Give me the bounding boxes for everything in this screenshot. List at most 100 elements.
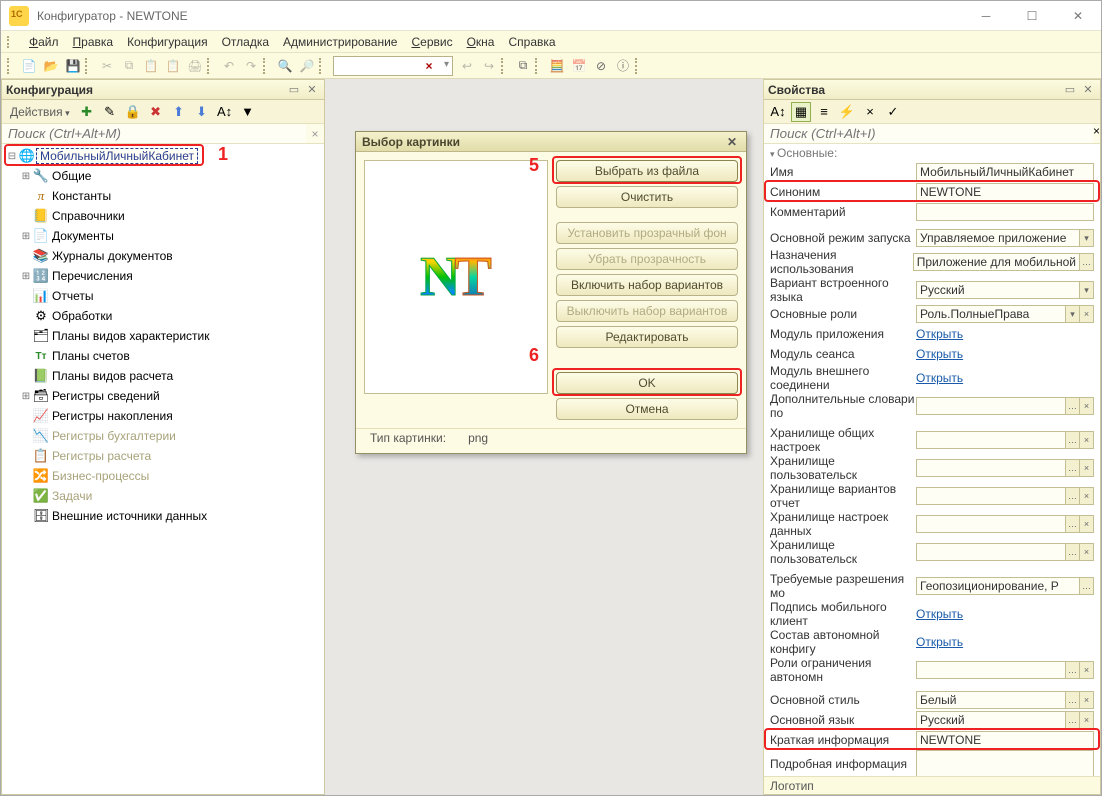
dialog-close-icon[interactable]: ✕: [724, 134, 740, 150]
syntax-icon[interactable]: ⊘: [591, 56, 611, 76]
open-ext-conn-link[interactable]: Открыть: [916, 371, 963, 385]
nav-back-icon[interactable]: ↩: [457, 56, 477, 76]
props-close-icon[interactable]: ✕: [1080, 82, 1096, 98]
menu-admin[interactable]: Администрирование: [277, 35, 403, 49]
menu-edit[interactable]: Правка: [67, 35, 120, 49]
disable-variants-button[interactable]: Выключить набор вариантов: [556, 300, 738, 322]
chevron-down-icon[interactable]: ▾: [1080, 229, 1094, 247]
calc-icon[interactable]: 🧮: [547, 56, 567, 76]
set-transparent-bg-button[interactable]: Установить прозрачный фон: [556, 222, 738, 244]
search-grid-icon[interactable]: 🔍: [275, 56, 295, 76]
tree-item[interactable]: 📊Отчеты: [2, 286, 324, 306]
rows-icon[interactable]: ≡: [814, 102, 834, 122]
main-roles-field[interactable]: Роль.ПолныеПрава: [916, 305, 1066, 323]
open-app-module-link[interactable]: Открыть: [916, 327, 963, 341]
copy-window-icon[interactable]: ⧉: [513, 56, 533, 76]
ellipsis-icon[interactable]: …: [1080, 253, 1094, 271]
tree-item[interactable]: ⊞🔢Перечисления: [2, 266, 324, 286]
prop-group-main[interactable]: Основные:: [764, 144, 1100, 162]
tree-item[interactable]: πКонстанты: [2, 186, 324, 206]
events-icon[interactable]: ⚡: [837, 102, 857, 122]
store-reports-field[interactable]: [916, 487, 1066, 505]
sort-az-icon[interactable]: A↕: [768, 102, 788, 122]
tree-item[interactable]: 📋Регистры расчета: [2, 446, 324, 466]
print-icon[interactable]: 🖨: [185, 56, 205, 76]
wand-icon[interactable]: ✎: [100, 102, 120, 122]
detail-info-field[interactable]: [916, 750, 1094, 776]
clear-field-icon[interactable]: ×: [1080, 305, 1094, 323]
store-user2-field[interactable]: [916, 543, 1066, 561]
toolbar-combo[interactable]: ×: [333, 56, 453, 76]
panel-close-icon[interactable]: ✕: [304, 82, 320, 98]
open-auto-config-link[interactable]: Открыть: [916, 635, 963, 649]
ellipsis-icon[interactable]: …: [1066, 515, 1080, 533]
properties-list[interactable]: 2 3 4 Основные: ИмяМобильныйЛичныйКабине…: [764, 144, 1100, 776]
store-data-field[interactable]: [916, 515, 1066, 533]
tree-item[interactable]: 📒Справочники: [2, 206, 324, 226]
usage-field[interactable]: Приложение для мобильной: [913, 253, 1080, 271]
clear-field-icon[interactable]: ×: [1080, 487, 1094, 505]
open-icon[interactable]: 📂: [41, 56, 61, 76]
main-lang-field[interactable]: Русский: [916, 711, 1066, 729]
lang-variant-select[interactable]: Русский: [916, 281, 1080, 299]
remove-transparency-button[interactable]: Убрать прозрачность: [556, 248, 738, 270]
open-session-module-link[interactable]: Открыть: [916, 347, 963, 361]
clear-field-icon[interactable]: ×: [1080, 515, 1094, 533]
clear-field-icon[interactable]: ×: [1080, 431, 1094, 449]
search-next-icon[interactable]: 🔎: [297, 56, 317, 76]
launch-mode-select[interactable]: Управляемое приложение: [916, 229, 1080, 247]
ellipsis-icon[interactable]: …: [1080, 577, 1094, 595]
menu-debug[interactable]: Отладка: [216, 35, 275, 49]
up-icon[interactable]: ⬆: [169, 102, 189, 122]
ellipsis-icon[interactable]: …: [1066, 711, 1080, 729]
main-style-field[interactable]: Белый: [916, 691, 1066, 709]
open-mobile-sig-link[interactable]: Открыть: [916, 607, 963, 621]
tree-item[interactable]: ⊞🔧Общие: [2, 166, 324, 186]
menu-windows[interactable]: Окна: [461, 35, 501, 49]
panel-pin-icon[interactable]: ▭: [286, 82, 302, 98]
mobile-perms-field[interactable]: Геопозиционирование, Р: [916, 577, 1080, 595]
synonym-field[interactable]: NEWTONE: [916, 183, 1094, 201]
delete-icon[interactable]: ✖: [146, 102, 166, 122]
ellipsis-icon[interactable]: …: [1066, 431, 1080, 449]
clear-field-icon[interactable]: ×: [1080, 543, 1094, 561]
clear-field-icon[interactable]: ×: [1080, 691, 1094, 709]
ellipsis-icon[interactable]: …: [1066, 691, 1080, 709]
down-icon[interactable]: ⬇: [192, 102, 212, 122]
extra-dicts-field[interactable]: [916, 397, 1066, 415]
ellipsis-icon[interactable]: …: [1066, 543, 1080, 561]
paste2-icon[interactable]: 📋: [163, 56, 183, 76]
enable-variants-button[interactable]: Включить набор вариантов: [556, 274, 738, 296]
paste-icon[interactable]: 📋: [141, 56, 161, 76]
cut-icon[interactable]: ✂: [97, 56, 117, 76]
clear-field-icon[interactable]: ×: [1080, 711, 1094, 729]
props-pin-icon[interactable]: ▭: [1062, 82, 1078, 98]
tree-item[interactable]: ⊞📄Документы: [2, 226, 324, 246]
props-search-clear-icon[interactable]: ×: [1093, 124, 1100, 143]
tree-item[interactable]: 📉Регистры бухгалтерии: [2, 426, 324, 446]
ellipsis-icon[interactable]: …: [1066, 487, 1080, 505]
tree-item[interactable]: 🔀Бизнес-процессы: [2, 466, 324, 486]
apply-prop-icon[interactable]: ✓: [883, 102, 903, 122]
combo-clear-icon[interactable]: ×: [421, 57, 437, 75]
clear-prop-icon[interactable]: ×: [860, 102, 880, 122]
save-icon[interactable]: 💾: [63, 56, 83, 76]
edit-button[interactable]: Редактировать: [556, 326, 738, 348]
tree-item[interactable]: ⊞🗃Регистры сведений: [2, 386, 324, 406]
chevron-down-icon[interactable]: ▾: [1080, 281, 1094, 299]
store-common-field[interactable]: [916, 431, 1066, 449]
ellipsis-icon[interactable]: …: [1066, 661, 1080, 679]
calendar-icon[interactable]: 📅: [569, 56, 589, 76]
close-button[interactable]: ✕: [1055, 1, 1101, 31]
chevron-down-icon[interactable]: ▾: [1066, 305, 1080, 323]
sort-icon[interactable]: A↕: [215, 102, 235, 122]
tree-item[interactable]: ✅Задачи: [2, 486, 324, 506]
brief-info-field[interactable]: NEWTONE: [916, 731, 1094, 749]
name-field[interactable]: МобильныйЛичныйКабинет: [916, 163, 1094, 181]
new-file-icon[interactable]: 📄: [19, 56, 39, 76]
menu-help[interactable]: Справка: [502, 35, 561, 49]
tree-item[interactable]: ТтПланы счетов: [2, 346, 324, 366]
lock-icon[interactable]: 🔒: [123, 102, 143, 122]
filter-icon[interactable]: ▼: [238, 102, 258, 122]
tree-item[interactable]: 📗Планы видов расчета: [2, 366, 324, 386]
